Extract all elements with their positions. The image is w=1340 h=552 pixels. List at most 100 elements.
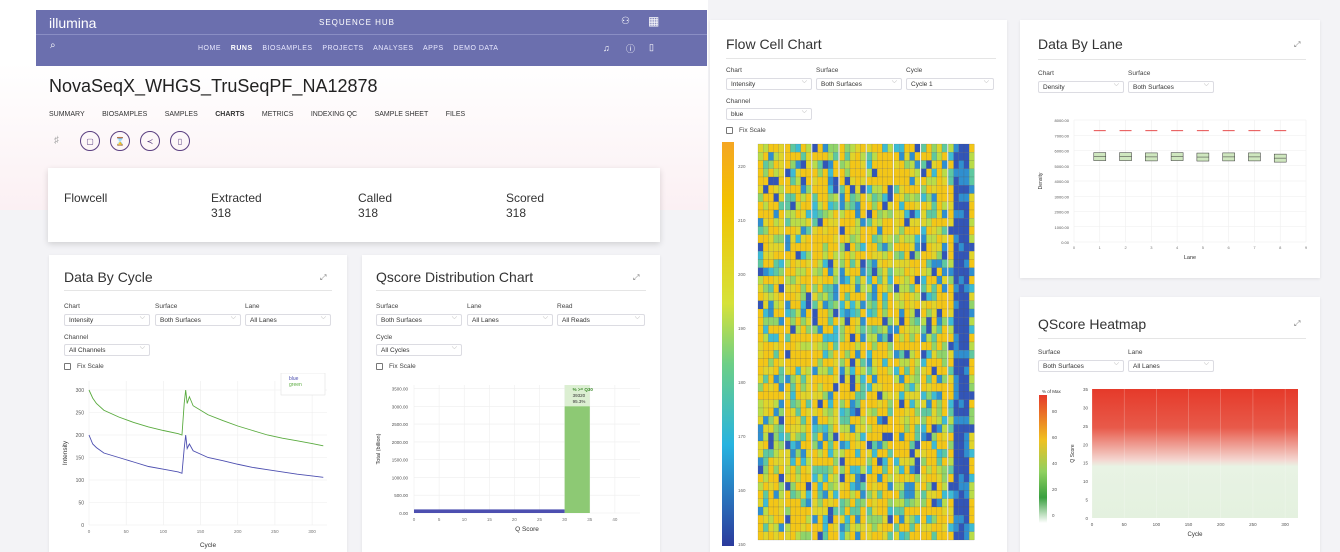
nav-projects[interactable]: PROJECTS <box>322 45 363 52</box>
heatmap-cell <box>839 383 845 392</box>
extracted-value: 318 <box>211 206 232 220</box>
heatmap-cell <box>866 292 873 301</box>
file-button[interactable]: ▢ <box>80 131 100 151</box>
heatmap-cell <box>877 168 883 178</box>
tab-files[interactable]: FILES <box>446 111 465 118</box>
heatmap-cell <box>941 193 948 202</box>
y-tick-label: 5 <box>1085 498 1088 503</box>
search-icon[interactable]: ⌕ <box>50 40 56 51</box>
heatmap-cell <box>817 473 823 483</box>
heatmap-cell <box>953 234 959 244</box>
nav-runs[interactable]: RUNS <box>231 45 253 52</box>
heatmap-cell <box>822 358 829 367</box>
tab-indexing-qc[interactable]: INDEXING QC <box>311 111 357 118</box>
lane-select[interactable]: All Lanes <box>245 314 331 326</box>
heatmap-cell <box>904 374 910 384</box>
heatmap-cell <box>866 193 873 202</box>
heatmap-cell <box>871 218 878 227</box>
heatmap-cell <box>763 300 769 310</box>
heatmap-cell <box>795 317 801 326</box>
lane-select[interactable]: All Lanes <box>467 314 553 326</box>
heatmap-cell <box>871 152 878 161</box>
heatmap-cell <box>893 482 900 491</box>
nav-analyses[interactable]: ANALYSES <box>373 45 413 52</box>
heatmap-cell <box>817 482 823 491</box>
tab-summary[interactable]: SUMMARY <box>49 111 85 118</box>
heatmap-cell <box>958 193 965 202</box>
checkbox-box[interactable] <box>64 363 71 370</box>
tab-sample-sheet[interactable]: SAMPLE SHEET <box>375 111 429 118</box>
heatmap-cell <box>778 300 785 310</box>
read-select[interactable]: All Reads <box>557 314 645 326</box>
chart-select[interactable]: Intensity <box>64 314 150 326</box>
heatmap-cell <box>844 275 851 285</box>
heatmap-cell <box>871 482 878 491</box>
tab-charts[interactable]: CHARTS <box>215 111 244 118</box>
heatmap-cell <box>805 465 812 475</box>
heatmap-cell <box>790 317 796 326</box>
heatmap-cell <box>893 201 900 211</box>
surface-select[interactable]: Both Surfaces <box>155 314 241 326</box>
logo[interactable]: illumina <box>49 15 96 31</box>
nav-demo-data[interactable]: DEMO DATA <box>453 45 498 52</box>
apps-grid-icon[interactable]: ▦ <box>648 14 659 28</box>
heatmap-cell <box>795 193 801 202</box>
help-icon[interactable]: ⓘ <box>626 42 635 55</box>
tab-samples[interactable]: SAMPLES <box>165 111 198 118</box>
heatmap-cell <box>790 259 796 268</box>
surface-select[interactable]: Both Surfaces <box>1128 81 1214 93</box>
share-button[interactable]: ≺ <box>140 131 160 151</box>
expand-icon[interactable]: ⤢ <box>633 273 639 283</box>
tab-metrics[interactable]: METRICS <box>262 111 294 118</box>
cycle-select[interactable]: All Cycles <box>376 344 462 356</box>
heatmap-cell <box>887 440 893 450</box>
heatmap-cell <box>822 482 829 491</box>
heatmap-cell <box>833 259 839 268</box>
heatmap-cell <box>785 482 791 491</box>
heatmap-cell <box>909 374 915 384</box>
heatmap-cell <box>926 267 932 277</box>
fix-scale-checkbox[interactable]: Fix Scale <box>64 363 104 370</box>
nav-apps[interactable]: APPS <box>423 45 444 52</box>
heatmap-cell <box>904 440 910 450</box>
chart-select[interactable]: Intensity <box>726 78 812 90</box>
chart-select[interactable]: Density <box>1038 81 1124 93</box>
heatmap-cell <box>914 242 921 252</box>
expand-icon[interactable]: ⤢ <box>1294 319 1300 329</box>
hourglass-button[interactable]: ⌛ <box>110 131 130 151</box>
nav-biosamples[interactable]: BIOSAMPLES <box>262 45 312 52</box>
user-icon[interactable]: ⚇ <box>621 16 630 27</box>
fix-scale-checkbox[interactable]: Fix Scale <box>726 127 766 134</box>
heatmap-cell <box>790 391 796 400</box>
y-tick-label: 3000.00 <box>1055 194 1070 199</box>
heatmap-cell <box>926 391 932 400</box>
heatmap-cell <box>882 341 888 351</box>
surface-select[interactable]: Both Surfaces <box>376 314 462 326</box>
heatmap-cell <box>795 350 801 359</box>
heatmap-cell <box>822 399 829 409</box>
expand-icon[interactable]: ⤢ <box>320 273 326 283</box>
heatmap-cell <box>941 416 948 425</box>
bell-icon[interactable]: ♫ <box>603 43 610 53</box>
cycle-select[interactable]: Cycle 1 <box>906 78 994 90</box>
tab-biosamples[interactable]: BIOSAMPLES <box>102 111 147 118</box>
surface-select[interactable]: Both Surfaces <box>816 78 902 90</box>
nav-home[interactable]: HOME <box>198 45 221 52</box>
heatmap-cell <box>963 168 970 178</box>
surface-select[interactable]: Both Surfaces <box>1038 360 1124 372</box>
heatmap-cell <box>936 424 943 433</box>
fix-scale-checkbox[interactable]: Fix Scale <box>376 363 416 370</box>
heatmap-cell <box>768 416 774 425</box>
delete-button[interactable]: ▯ <box>170 131 190 151</box>
heatmap-cell <box>936 284 943 293</box>
tag-icon[interactable]: ♯ <box>54 135 59 146</box>
expand-icon[interactable]: ⤢ <box>1294 40 1300 50</box>
trash-icon[interactable]: ▯ <box>649 42 654 53</box>
heatmap-cell <box>778 234 785 244</box>
heatmap-cell <box>899 391 905 400</box>
checkbox-box[interactable] <box>726 127 733 134</box>
channel-select[interactable]: All Channels <box>64 344 150 356</box>
checkbox-box[interactable] <box>376 363 383 370</box>
channel-select[interactable]: blue <box>726 108 812 120</box>
lane-select[interactable]: All Lanes <box>1128 360 1214 372</box>
